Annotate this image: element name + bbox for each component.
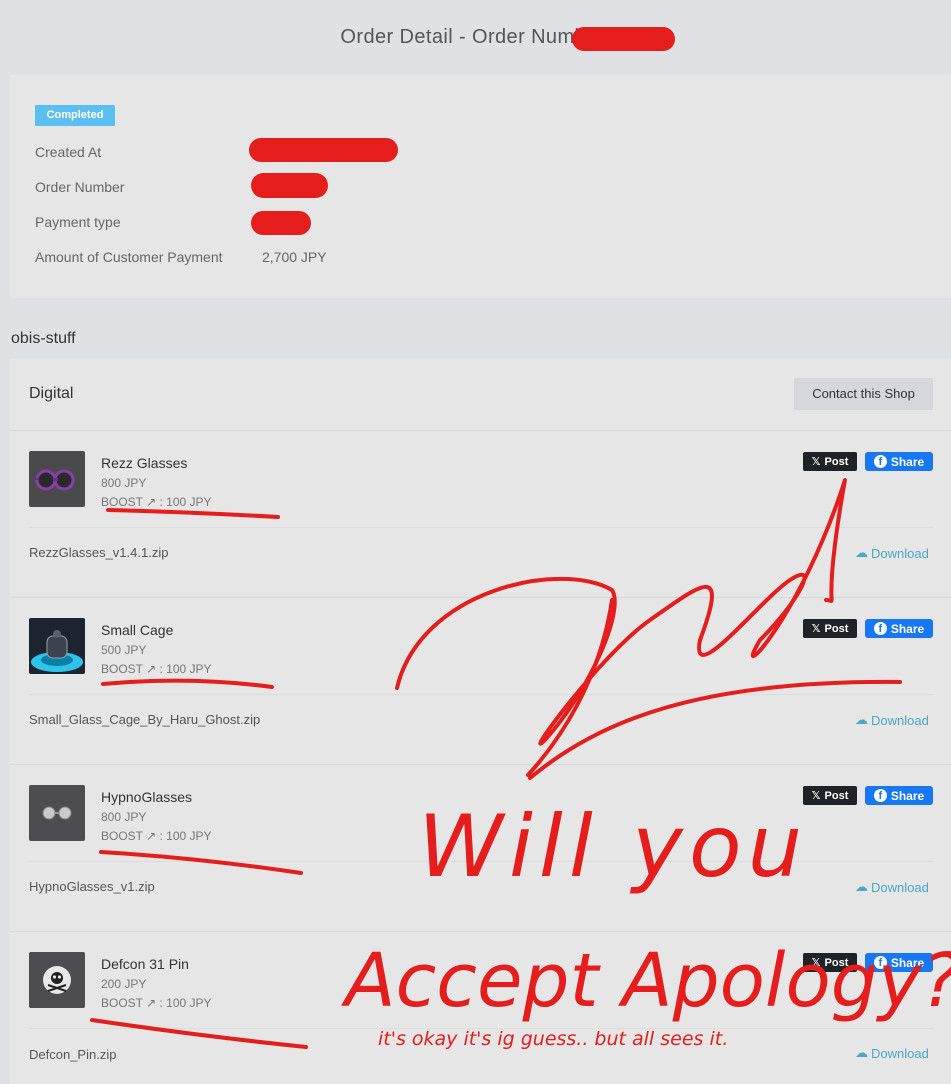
created-at-label: Created At xyxy=(35,144,102,160)
divider xyxy=(10,597,951,598)
share-label: Share xyxy=(890,788,925,803)
download-link[interactable]: ☁ Download xyxy=(855,1045,929,1061)
download-label: Download xyxy=(871,879,929,895)
item-boost[interactable]: BOOST ↗ : 100 JPY xyxy=(101,829,212,843)
item-boost[interactable]: BOOST ↗ : 100 JPY xyxy=(101,662,212,676)
payment-type-redaction xyxy=(251,211,311,235)
download-link[interactable]: ☁ Download xyxy=(855,545,929,561)
post-label: Post xyxy=(824,956,849,969)
shop-card: Digital Contact this Shop Rezz Glasses 8… xyxy=(10,359,951,1084)
facebook-icon: f xyxy=(873,956,887,969)
file-name: RezzGlasses_v1.4.1.zip xyxy=(29,545,169,560)
divider xyxy=(29,861,933,862)
divider xyxy=(10,931,951,932)
item-thumbnail-hypnoglasses[interactable] xyxy=(29,785,85,841)
cloud-download-icon: ☁ xyxy=(855,712,868,727)
download-link[interactable]: ☁ Download xyxy=(855,879,929,895)
order-number-label: Order Number xyxy=(35,179,125,195)
facebook-icon: f xyxy=(873,455,887,468)
share-label: Share xyxy=(890,621,925,636)
file-name: Defcon_Pin.zip xyxy=(29,1047,117,1062)
item-thumbnail-rezz-glasses[interactable] xyxy=(29,451,85,507)
shop-name[interactable]: obis-stuff xyxy=(11,330,76,348)
x-logo-icon: 𝕏 xyxy=(811,957,821,969)
download-label: Download xyxy=(871,1045,929,1061)
contact-shop-button[interactable]: Contact this Shop xyxy=(794,378,933,410)
file-name: HypnoGlasses_v1.zip xyxy=(29,879,155,894)
post-label: Post xyxy=(824,789,849,802)
page-title-text: Order Detail - Order Number: xyxy=(340,26,611,48)
facebook-share-button[interactable]: f Share xyxy=(865,786,933,805)
x-post-button[interactable]: 𝕏 Post xyxy=(803,786,857,805)
item-boost[interactable]: BOOST ↗ : 100 JPY xyxy=(101,996,212,1010)
download-label: Download xyxy=(871,712,929,728)
item-name[interactable]: Small Cage xyxy=(101,622,173,638)
file-name: Small_Glass_Cage_By_Haru_Ghost.zip xyxy=(29,712,261,727)
order-summary-card: Completed Created At Order Number Paymen… xyxy=(10,75,951,298)
redaction-mark xyxy=(572,27,675,51)
facebook-share-button[interactable]: f Share xyxy=(865,452,933,471)
status-badge: Completed xyxy=(35,105,115,126)
created-at-redaction xyxy=(249,138,398,162)
x-post-button[interactable]: 𝕏 Post xyxy=(803,452,857,471)
item-price: 800 JPY xyxy=(101,810,147,824)
item-name[interactable]: Rezz Glasses xyxy=(101,455,187,471)
divider xyxy=(10,430,951,431)
cloud-download-icon: ☁ xyxy=(855,545,868,560)
item-boost[interactable]: BOOST ↗ : 100 JPY xyxy=(101,495,212,509)
download-link[interactable]: ☁ Download xyxy=(855,712,929,728)
post-label: Post xyxy=(824,455,849,468)
divider xyxy=(10,764,951,765)
facebook-share-button[interactable]: f Share xyxy=(865,953,933,972)
x-logo-icon: 𝕏 xyxy=(811,456,821,468)
download-label: Download xyxy=(871,545,929,561)
post-label: Post xyxy=(824,622,849,635)
x-post-button[interactable]: 𝕏 Post xyxy=(803,619,857,638)
divider xyxy=(29,694,933,695)
item-price: 500 JPY xyxy=(101,643,147,657)
x-logo-icon: 𝕏 xyxy=(811,790,821,802)
payment-type-label: Payment type xyxy=(35,214,121,230)
item-name[interactable]: Defcon 31 Pin xyxy=(101,956,189,972)
x-logo-icon: 𝕏 xyxy=(811,623,821,635)
facebook-share-button[interactable]: f Share xyxy=(865,619,933,638)
item-name[interactable]: HypnoGlasses xyxy=(101,789,192,805)
item-thumbnail-small-cage[interactable] xyxy=(29,618,85,674)
item-price: 800 JPY xyxy=(101,476,147,490)
page-title: Order Detail - Order Number: xyxy=(0,26,951,49)
cloud-download-icon: ☁ xyxy=(855,879,868,894)
share-label: Share xyxy=(890,454,925,469)
item-price: 200 JPY xyxy=(101,977,147,991)
order-number-redaction xyxy=(251,173,328,198)
section-title: Digital xyxy=(29,385,74,402)
divider xyxy=(29,527,933,528)
amount-label: Amount of Customer Payment xyxy=(35,249,223,265)
facebook-icon: f xyxy=(873,789,887,802)
divider xyxy=(29,1028,933,1029)
cloud-download-icon: ☁ xyxy=(855,1045,868,1060)
item-thumbnail-defcon-pin[interactable] xyxy=(29,952,85,1008)
x-post-button[interactable]: 𝕏 Post xyxy=(803,953,857,972)
facebook-icon: f xyxy=(873,622,887,635)
share-label: Share xyxy=(890,955,925,970)
amount-value: 2,700 JPY xyxy=(262,249,327,265)
